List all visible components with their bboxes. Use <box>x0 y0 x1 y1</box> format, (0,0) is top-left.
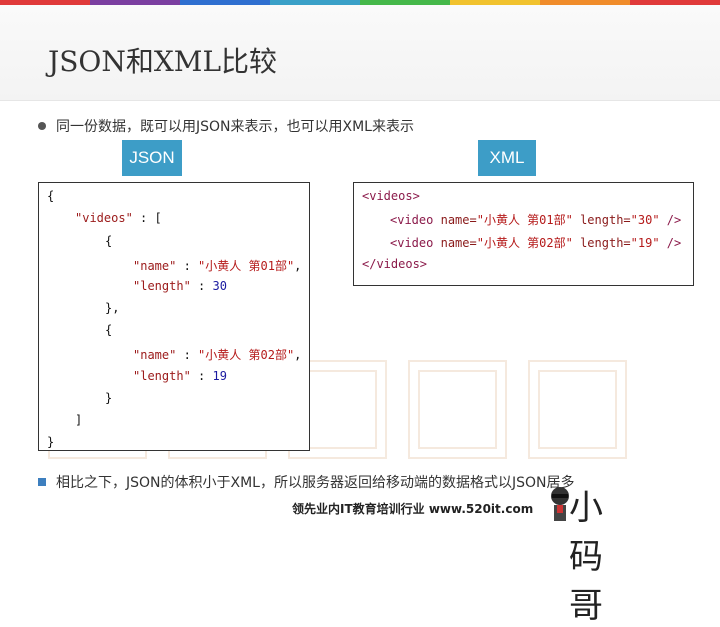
xml-value: "19" <box>630 236 660 250</box>
json-key: "name" <box>133 259 177 273</box>
brand-logo: 小码哥 <box>545 484 631 626</box>
xml-code-block: <videos> <video name="小黄人 第01部" length="… <box>353 182 694 286</box>
watermark-pattern <box>528 360 627 459</box>
json-key: "length" <box>133 369 191 383</box>
xml-attr: length= <box>580 213 631 227</box>
logo-text: 小码哥 <box>569 488 606 626</box>
json-code-block: { "videos" : [ { "name" : "小黄人 第01部", "l… <box>38 182 310 451</box>
xml-value: "小黄人 第01部" <box>476 213 573 227</box>
code-line: "name" : "小黄人 第01部", <box>133 259 302 273</box>
code-line: <videos> <box>362 189 420 203</box>
json-string: "小黄人 第01部" <box>198 259 295 273</box>
bullet-intro: 同一份数据，既可以用JSON来表示，也可以用XML来表示 <box>38 116 414 136</box>
bullet-intro-text: 同一份数据，既可以用JSON来表示，也可以用XML来表示 <box>56 119 414 135</box>
json-badge: JSON <box>122 140 182 176</box>
code-line: <video name="小黄人 第01部" length="30" /> <box>390 211 681 228</box>
xml-tag: /> <box>666 236 682 250</box>
json-punct: : [ <box>132 211 162 225</box>
code-line: }, <box>105 301 120 315</box>
code-line: "videos" : [ <box>75 211 162 225</box>
bullet-dot-icon <box>38 122 46 130</box>
json-key: "videos" <box>75 211 133 225</box>
code-line: { <box>105 234 113 248</box>
xml-value: "30" <box>630 213 660 227</box>
code-line: ] <box>75 413 83 427</box>
code-line: { <box>47 189 55 203</box>
xml-attr: name= <box>440 236 477 250</box>
code-line: "name" : "小黄人 第02部", <box>133 348 302 362</box>
xml-attr: name= <box>440 213 477 227</box>
json-number: 19 <box>212 369 227 383</box>
json-number: 30 <box>212 279 227 293</box>
slide-title: JSON和XML比较 <box>48 45 278 78</box>
xml-value: "小黄人 第02部" <box>476 236 573 250</box>
code-line: "length" : 19 <box>133 369 227 383</box>
bullet-square-icon <box>38 478 46 486</box>
json-key: "name" <box>133 348 177 362</box>
xml-badge: XML <box>478 140 536 176</box>
bullet-conclusion: 相比之下，JSON的体积小于XML，所以服务器返回给移动端的数据格式以JSON居… <box>38 472 574 492</box>
footer-slogan: 领先业内IT教育培训行业 www.520it.com <box>292 502 534 516</box>
code-line: } <box>105 391 113 405</box>
code-line: { <box>105 323 113 337</box>
bullet-conclusion-text: 相比之下，JSON的体积小于XML，所以服务器返回给移动端的数据格式以JSON居… <box>56 475 575 491</box>
xml-tag: <video <box>390 236 434 250</box>
code-line: </videos> <box>362 257 428 271</box>
json-string: "小黄人 第02部" <box>198 348 295 362</box>
xml-tag: <video <box>390 213 434 227</box>
xml-tag: /> <box>666 213 682 227</box>
code-line: } <box>47 435 55 449</box>
code-line: "length" : 30 <box>133 279 227 293</box>
code-line: <video name="小黄人 第02部" length="19" /> <box>390 234 681 251</box>
watermark-pattern <box>408 360 507 459</box>
xml-attr: length= <box>580 236 631 250</box>
json-key: "length" <box>133 279 191 293</box>
